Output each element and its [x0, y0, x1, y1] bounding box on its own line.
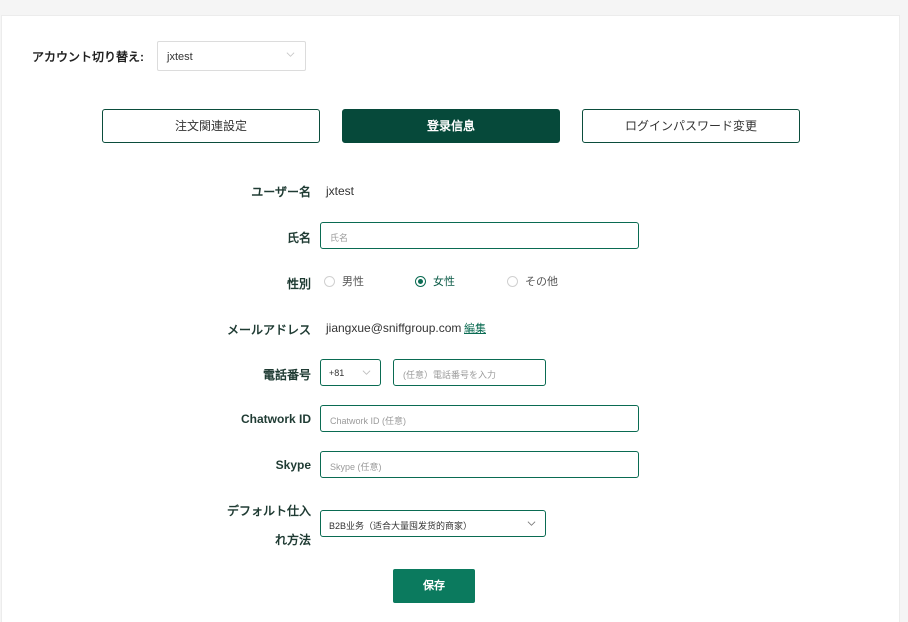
name-placeholder: 氏名 [330, 233, 349, 243]
phone-label: 電話番号 [262, 368, 311, 382]
gender-option-label: 女性 [433, 276, 455, 288]
chatwork-label: Chatwork ID [240, 412, 311, 426]
skype-label: Skype [275, 458, 311, 472]
account-switch-value: jxtest [167, 51, 193, 63]
gender-label: 性別 [286, 277, 311, 291]
tab-change-password[interactable]: ログインパスワード変更 [582, 109, 800, 143]
chatwork-placeholder: Chatwork ID (任意) [330, 416, 407, 426]
skype-input[interactable]: Skype (任意) [320, 451, 639, 478]
purchase-method-label-line1: デフォルト仕入 [226, 504, 311, 518]
gender-option-label: その他 [525, 276, 558, 288]
account-switch-select[interactable]: jxtest [157, 41, 306, 71]
skype-placeholder: Skype (任意) [330, 462, 382, 472]
tab-order-settings[interactable]: 注文関連設定 [102, 109, 320, 143]
save-button[interactable]: 保存 [393, 569, 475, 603]
purchase-method-select[interactable]: B2B业务（适合大量囤发货的商家） [320, 510, 546, 537]
purchase-method-label-line2: れ方法 [274, 533, 311, 547]
chevron-down-icon [286, 52, 295, 57]
country-code-value: +81 [329, 368, 345, 378]
tab-login-info[interactable]: 登录信息 [342, 109, 560, 143]
purchase-method-value: B2B业务（适合大量囤发货的商家） [329, 521, 473, 531]
name-input[interactable]: 氏名 [320, 222, 639, 249]
gender-option-label: 男性 [342, 276, 364, 288]
email-value: jiangxue@sniffgroup.com [326, 321, 462, 335]
phone-input[interactable]: (任意）電話番号を入力 [393, 359, 546, 386]
radio-icon [324, 275, 335, 287]
account-switch-label: アカウント切り替え: [32, 50, 144, 64]
chatwork-input[interactable]: Chatwork ID (任意) [320, 405, 639, 432]
username-label: ユーザー名 [251, 185, 311, 199]
username-value: jxtest [326, 184, 355, 198]
gender-option-female[interactable]: 女性 [415, 274, 455, 288]
phone-placeholder: (任意）電話番号を入力 [403, 370, 496, 380]
name-label: 氏名 [286, 231, 311, 245]
radio-checked-icon [415, 275, 426, 287]
email-label: メールアドレス [226, 323, 311, 337]
radio-icon [507, 275, 518, 287]
gender-option-other[interactable]: その他 [507, 274, 558, 288]
chevron-down-icon [362, 370, 371, 375]
email-edit-link[interactable]: 編集 [464, 320, 486, 336]
chevron-down-icon [527, 521, 536, 526]
gender-option-male[interactable]: 男性 [324, 274, 364, 288]
country-code-select[interactable]: +81 [320, 359, 381, 386]
